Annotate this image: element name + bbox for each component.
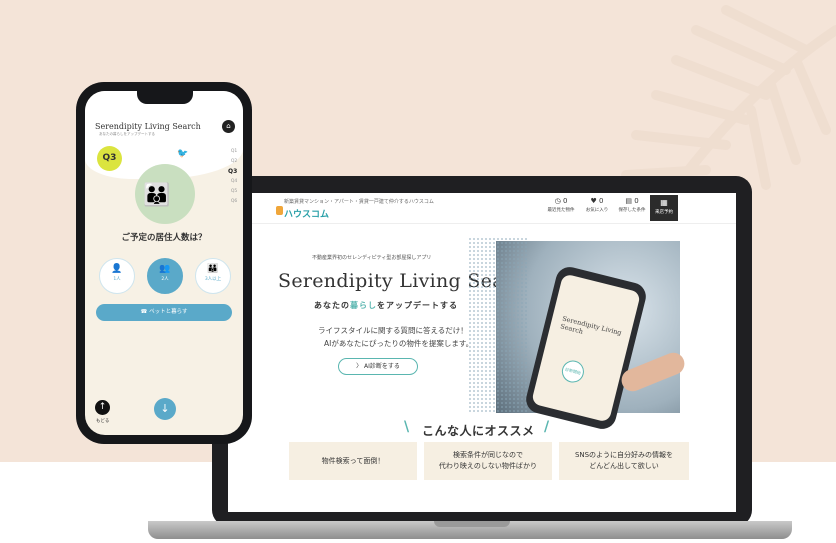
ai-diagnosis-button[interactable]: 〉 AI診断をする — [338, 358, 418, 375]
dot-pattern — [468, 237, 528, 413]
hero-subtitle: 不動産業界初のセレンディピティ型お部屋探しアプリ — [312, 255, 432, 261]
two-people-icon: 👥 — [159, 264, 171, 274]
slash-right: / — [544, 419, 550, 435]
app-logo: Serendipity Living Search — [95, 122, 201, 131]
site-tagline: 新築賃貸マンション・アパート・賃貸一戸建て仲介するハウスコム — [284, 199, 434, 205]
option-3-plus-people[interactable]: 👪 3人以上 — [195, 258, 231, 294]
option-1-person[interactable]: 👤 1人 — [99, 258, 135, 294]
calendar-icon: ▦ — [660, 198, 668, 207]
site-logo[interactable]: ハウスコム — [284, 207, 329, 220]
group-icon: 👪 — [207, 264, 219, 274]
step-indicator: Q1 Q2 Q3 Q4 Q5 Q6 — [228, 149, 238, 204]
history-icon: ◷ 0 — [554, 197, 568, 205]
heart-icon: ♥ 0 — [590, 197, 604, 205]
laptop: 新築賃貸マンション・アパート・賃貸一戸建て仲介するハウスコム ハウスコム ◷ 0… — [212, 176, 752, 526]
family-icon: 👪 — [143, 183, 171, 208]
recommend-title: こんな人にオススメ — [422, 424, 535, 438]
pet-button[interactable]: ☎ ペットと暮らす — [96, 304, 232, 321]
arrow-up-icon: ↑ — [98, 402, 107, 412]
nav-reservation[interactable]: ▦ 来店予約 — [650, 195, 678, 221]
option-2-people[interactable]: 👥 2人 — [147, 258, 183, 294]
hero-phone-title: Serendipity Living Search — [559, 314, 623, 338]
recommend-card: 物件検索って面倒！ — [289, 442, 417, 480]
hero-phone-button: 診断開始 — [559, 358, 587, 385]
laptop-notch — [434, 521, 510, 527]
smartphone: Serendipity Living Search あなたの暮らしをアップデート… — [76, 82, 252, 444]
question-number-badge: Q3 — [97, 146, 122, 171]
recommend-card: SNSのように自分好みの情報を どんどん出して欲しい — [559, 442, 689, 480]
back-button[interactable]: ↑ — [95, 400, 110, 415]
next-button[interactable]: ↓ — [154, 398, 176, 420]
logo-icon — [276, 206, 283, 215]
hero-tagline: あなたの暮らしをアップデートする — [314, 301, 458, 310]
saved-search-icon: ▤ 0 — [625, 197, 639, 205]
phone-screen: Serendipity Living Search あなたの暮らしをアップデート… — [85, 91, 243, 435]
phone-notch — [137, 91, 193, 104]
app-logo-subtitle: あなたの暮らしをアップデートする — [99, 132, 155, 136]
laptop-screen: 新築賃貸マンション・アパート・賃貸一戸建て仲介するハウスコム ハウスコム ◷ 0… — [228, 193, 736, 512]
home-icon[interactable]: ⌂ — [222, 120, 235, 133]
nav-favorites[interactable]: ♥ 0 お気に入り — [580, 197, 614, 213]
bird-icon: 🐦 — [177, 149, 189, 159]
nav-recent[interactable]: ◷ 0 最近見た物件 — [544, 197, 578, 213]
slash-left: \ — [404, 419, 410, 435]
back-label: もどる — [96, 419, 110, 424]
pet-icon: ☎ — [140, 309, 150, 315]
hero-description-line1: ライフスタイルに関する質問に答えるだけ！ — [318, 326, 468, 335]
hero-description-line2: AIがあなたにぴったりの物件を提案します。 — [324, 339, 474, 348]
person-icon: 👤 — [111, 264, 123, 274]
arrow-down-icon: ↓ — [160, 402, 170, 415]
question-text: ご予定の居住人数は？ — [121, 233, 207, 243]
recommend-card: 検索条件が同じなので 代わり映えのしない物件ばかり — [424, 442, 552, 480]
nav-saved-search[interactable]: ▤ 0 保存した条件 — [615, 197, 649, 213]
site-header: 新築賃貸マンション・アパート・賃貸一戸建て仲介するハウスコム ハウスコム ◷ 0… — [228, 193, 736, 224]
